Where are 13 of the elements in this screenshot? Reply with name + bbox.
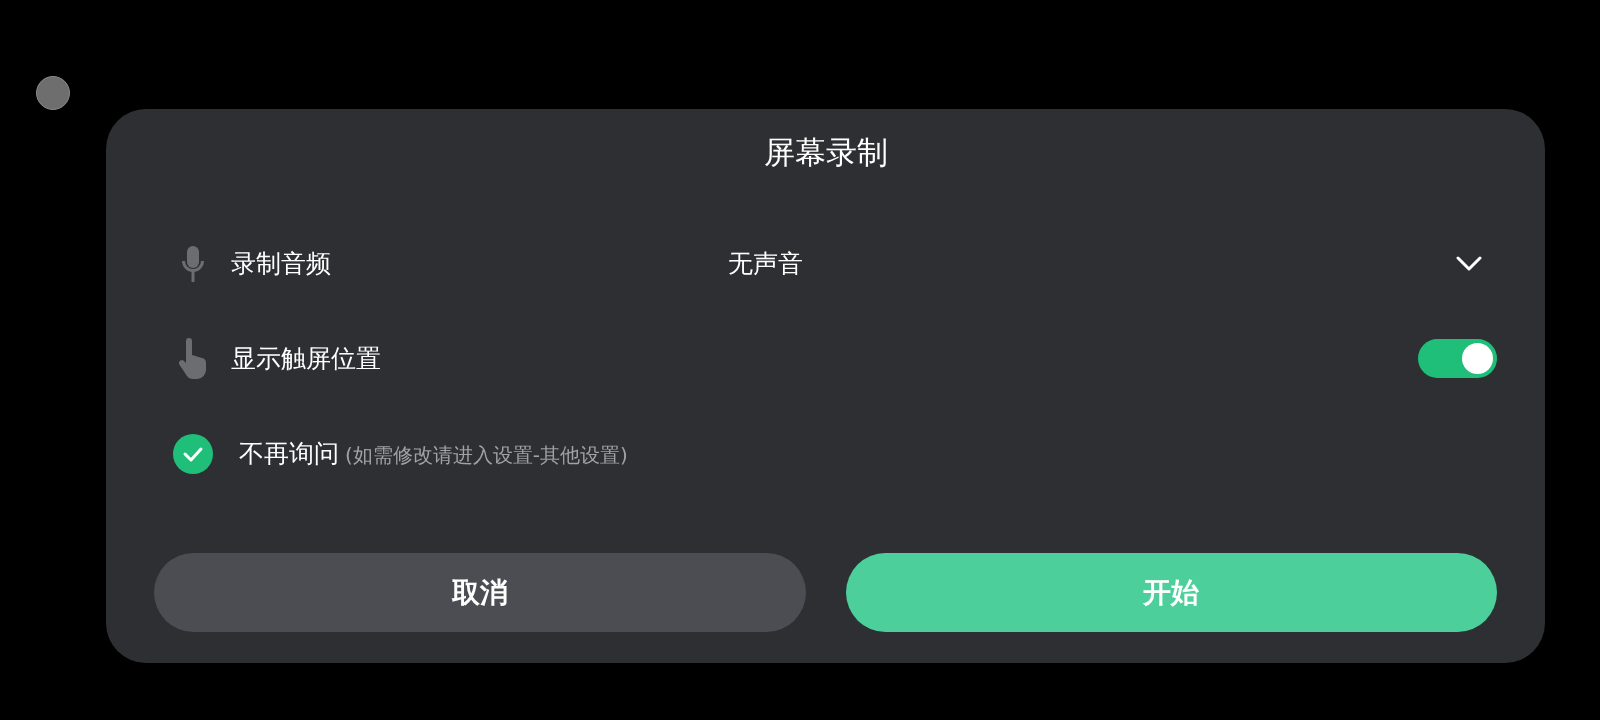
touch-hand-icon (176, 337, 209, 380)
floating-button[interactable] (36, 76, 70, 110)
setting-label: 录制音频 (231, 248, 332, 280)
dialog-title: 屏幕录制 (763, 136, 888, 168)
microphone-icon (181, 244, 204, 283)
setting-label: 显示触屏位置 (231, 343, 382, 375)
hint-text: (如需修改请进入设置-其他设置) (345, 442, 628, 469)
checkbox[interactable] (172, 433, 213, 474)
checkbox-label: 不再询问 (239, 438, 339, 470)
chevron-down-icon[interactable] (1456, 255, 1482, 272)
dropdown-value[interactable]: 无声音 (728, 247, 1456, 280)
toggle-switch[interactable] (1418, 339, 1497, 378)
cancel-button[interactable]: 取消 (154, 553, 806, 632)
